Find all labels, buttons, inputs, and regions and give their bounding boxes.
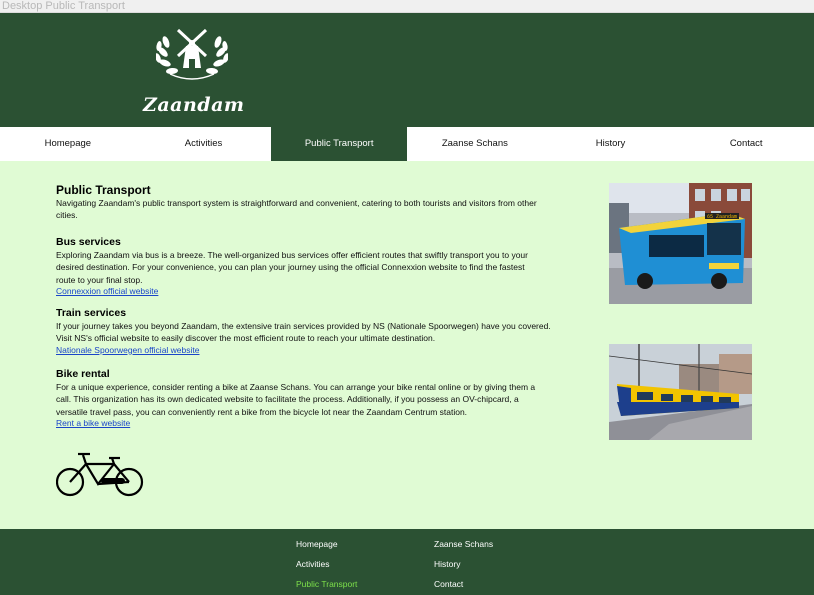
site-header: Zaandam bbox=[0, 13, 814, 127]
nav-activities[interactable]: Activities bbox=[136, 127, 272, 161]
bike-section: Bike rental For a unique experience, con… bbox=[56, 368, 546, 429]
bus-heading: Bus services bbox=[56, 236, 121, 248]
page-title: Public Transport bbox=[56, 183, 151, 197]
bus-section: Bus services Exploring Zaandam via bus i… bbox=[56, 236, 546, 297]
windmill-logo-icon bbox=[156, 28, 228, 80]
site-logo[interactable]: Zaandam bbox=[143, 26, 244, 116]
main-nav: Homepage Activities Public Transport Zaa… bbox=[0, 127, 814, 161]
bus-photo: 65 Zaandam bbox=[609, 183, 752, 304]
intro-section: Public Transport Navigating Zaandam's pu… bbox=[56, 183, 546, 222]
window-title: Desktop Public Transport bbox=[0, 0, 814, 13]
footer-link-contact[interactable]: Contact bbox=[434, 579, 463, 589]
train-section: Train services If your journey takes you… bbox=[56, 307, 556, 356]
train-heading: Train services bbox=[56, 307, 127, 319]
footer-link-zaanse-schans[interactable]: Zaanse Schans bbox=[434, 539, 493, 549]
footer-link-history[interactable]: History bbox=[434, 559, 460, 569]
ns-link[interactable]: Nationale Spoorwegen official website bbox=[56, 345, 556, 356]
bike-heading: Bike rental bbox=[56, 368, 110, 380]
nav-zaanse-schans[interactable]: Zaanse Schans bbox=[407, 127, 543, 161]
rent-bike-link[interactable]: Rent a bike website bbox=[56, 418, 546, 429]
intro-text: Navigating Zaandam's public transport sy… bbox=[56, 198, 537, 221]
train-text: If your journey takes you beyond Zaandam… bbox=[56, 321, 551, 344]
site-footer: Homepage Activities Public Transport Zaa… bbox=[0, 529, 814, 595]
bus-sign: 65 Zaandam bbox=[707, 214, 737, 220]
nav-public-transport[interactable]: Public Transport bbox=[271, 127, 408, 161]
footer-link-homepage[interactable]: Homepage bbox=[296, 539, 338, 549]
logo-wordmark: Zaandam bbox=[143, 94, 245, 116]
nav-homepage[interactable]: Homepage bbox=[0, 127, 136, 161]
footer-link-public-transport[interactable]: Public Transport bbox=[296, 579, 357, 589]
bus-text: Exploring Zaandam via bus is a breeze. T… bbox=[56, 250, 528, 285]
bike-text: For a unique experience, consider rentin… bbox=[56, 382, 536, 417]
footer-link-activities[interactable]: Activities bbox=[296, 559, 330, 569]
connexxion-link[interactable]: Connexxion official website bbox=[56, 286, 546, 297]
nav-history[interactable]: History bbox=[543, 127, 679, 161]
train-photo bbox=[609, 344, 752, 440]
nav-contact[interactable]: Contact bbox=[678, 127, 814, 161]
bicycle-icon bbox=[55, 450, 144, 498]
